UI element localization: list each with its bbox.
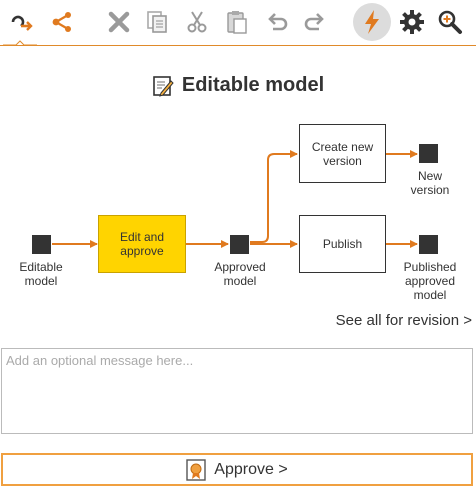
editable-model-label: Editable model — [19, 260, 63, 288]
published-approved-model-state[interactable] — [419, 235, 438, 254]
approved-model-label: Approved model — [214, 260, 266, 288]
new-version-state[interactable] — [419, 144, 438, 163]
published-approved-model-label: Published approved model — [403, 260, 457, 302]
approve-button-label: Approve > — [214, 460, 288, 478]
publish-step[interactable]: Publish — [299, 215, 386, 273]
create-new-version-step[interactable]: Create new version — [299, 124, 386, 183]
certificate-icon — [186, 458, 206, 481]
edit-and-approve-step[interactable]: Edit and approve — [98, 215, 186, 273]
new-version-label: New version — [410, 169, 450, 197]
see-all-for-revision-link[interactable]: See all for revision > — [336, 312, 472, 329]
approved-model-state[interactable] — [230, 235, 249, 254]
approve-button[interactable]: Approve > — [1, 453, 473, 486]
editable-model-state[interactable] — [32, 235, 51, 254]
message-input[interactable] — [1, 348, 473, 434]
